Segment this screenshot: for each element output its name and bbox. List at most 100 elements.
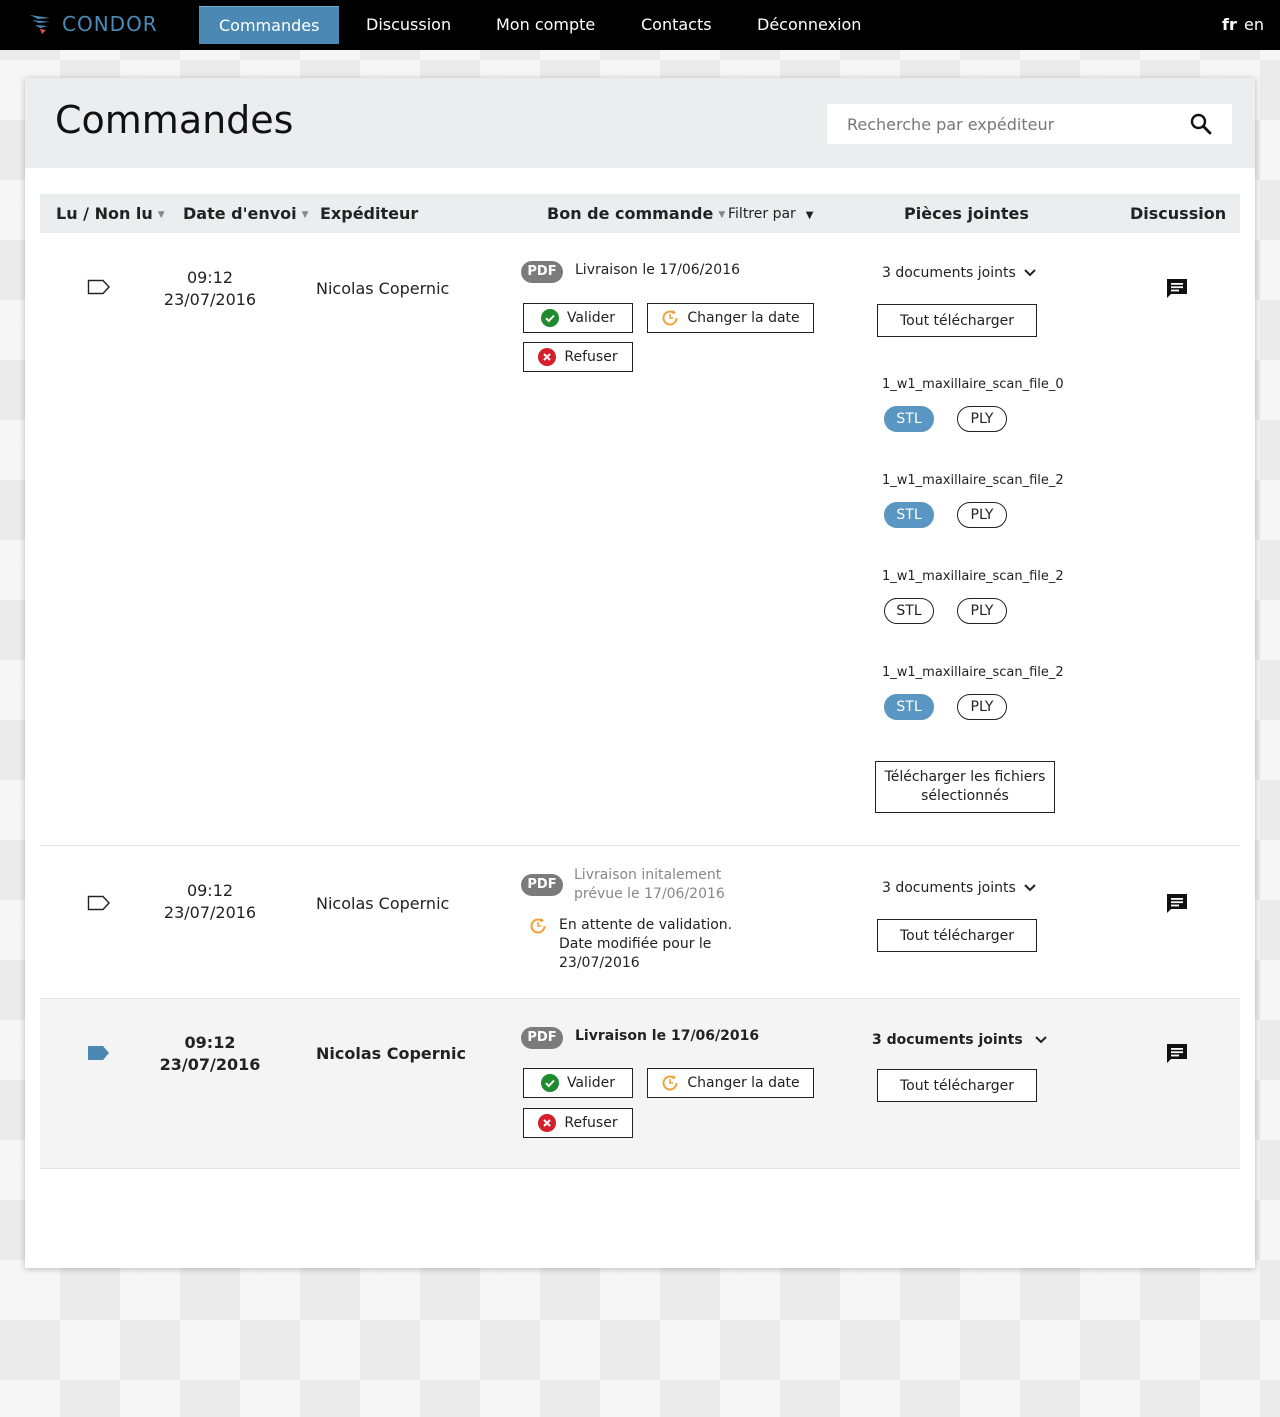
- nav-discussion[interactable]: Discussion: [346, 6, 471, 44]
- read-tag-icon[interactable]: [87, 895, 111, 915]
- download-selected-label: Télécharger les fichiers: [884, 769, 1046, 785]
- header-order[interactable]: Bon de commande ▼: [547, 204, 725, 223]
- clock-refresh-icon: [661, 309, 679, 327]
- documents-count: 3 documents joints: [882, 265, 1016, 281]
- change-date-button[interactable]: Changer la date: [647, 1068, 814, 1098]
- pending-line: En attente de validation.: [559, 917, 733, 933]
- original-delivery-date: Livraison initalement prévue le 17/06/20…: [574, 866, 725, 904]
- refuse-button[interactable]: Refuser: [523, 1108, 633, 1138]
- condor-logo-icon: [30, 15, 50, 34]
- delivery-date: Livraison le 17/06/2016: [575, 262, 741, 278]
- lang-fr[interactable]: fr: [1222, 15, 1237, 34]
- unread-tag-icon[interactable]: [87, 1045, 111, 1065]
- download-all-button[interactable]: Tout télécharger: [877, 919, 1037, 952]
- download-selected-label: sélectionnés: [921, 788, 1009, 804]
- header-read[interactable]: Lu / Non lu ▼: [56, 204, 165, 223]
- sort-caret-icon: ▼: [157, 210, 165, 220]
- change-date-label: Changer la date: [687, 1075, 800, 1091]
- cross-circle-icon: [538, 1114, 557, 1132]
- header-sender: Expéditeur: [320, 204, 419, 223]
- download-all-button[interactable]: Tout télécharger: [877, 304, 1037, 337]
- app-logo[interactable]: CONDOR: [28, 12, 158, 36]
- download-all-button[interactable]: Tout télécharger: [877, 1069, 1037, 1102]
- sent-day: 23/07/2016: [163, 290, 257, 309]
- nav-commandes[interactable]: Commandes: [199, 6, 340, 44]
- sender-name: Nicolas Copernic: [316, 1044, 467, 1063]
- orders-card: Commandes Lu / Non lu ▼ Date d'envoi ▼ Exp…: [25, 78, 1255, 1268]
- format-ply-toggle[interactable]: PLY: [957, 598, 1007, 624]
- documents-toggle[interactable]: 3 documents joints: [882, 880, 1036, 896]
- format-stl-toggle[interactable]: STL: [884, 502, 934, 528]
- pdf-badge[interactable]: PDF: [521, 1027, 563, 1049]
- header-date-label: Date d'envoi: [183, 204, 297, 223]
- card-header: Commandes: [25, 78, 1255, 168]
- clock-refresh-icon: [661, 1074, 679, 1092]
- format-stl-toggle[interactable]: STL: [884, 598, 934, 624]
- sent-day: 23/07/2016: [159, 1055, 261, 1074]
- sent-date: 09:12 23/07/2016: [150, 267, 270, 311]
- check-circle-icon: [540, 309, 559, 327]
- header-attachments: Pièces jointes: [904, 204, 1029, 223]
- nav-contacts[interactable]: Contacts: [621, 6, 732, 44]
- check-circle-icon: [540, 1074, 559, 1092]
- filter-label: Filtrer par: [728, 206, 796, 222]
- documents-count: 3 documents joints: [882, 880, 1016, 896]
- sort-caret-icon: ▼: [301, 210, 309, 220]
- format-ply-toggle[interactable]: PLY: [957, 502, 1007, 528]
- chevron-down-icon: [1024, 884, 1036, 892]
- format-stl-toggle[interactable]: STL: [884, 406, 934, 432]
- refuse-button[interactable]: Refuser: [523, 342, 633, 372]
- refuse-label: Refuser: [564, 1115, 618, 1131]
- format-ply-toggle[interactable]: PLY: [957, 694, 1007, 720]
- sent-day: 23/07/2016: [163, 903, 257, 922]
- pdf-badge[interactable]: PDF: [521, 874, 563, 896]
- chevron-down-icon: [1034, 1036, 1047, 1044]
- original-delivery-line: Livraison initalement: [574, 867, 722, 883]
- search-icon[interactable]: [1190, 113, 1212, 139]
- validate-button[interactable]: Valider: [523, 1068, 633, 1098]
- cross-circle-icon: [538, 348, 557, 366]
- search-box: [827, 104, 1232, 144]
- chat-icon[interactable]: [1165, 892, 1189, 920]
- download-selected-button[interactable]: Télécharger les fichiers sélectionnés: [875, 761, 1055, 813]
- sent-date: 09:12 23/07/2016: [150, 880, 270, 924]
- lang-en[interactable]: en: [1244, 15, 1264, 34]
- search-input[interactable]: [827, 105, 1167, 143]
- chat-icon[interactable]: [1165, 277, 1189, 305]
- format-stl-toggle[interactable]: STL: [884, 694, 934, 720]
- table-header: Lu / Non lu ▼ Date d'envoi ▼ Expéditeur Bo…: [40, 194, 1240, 233]
- original-delivery-line: prévue le 17/06/2016: [574, 886, 725, 902]
- documents-toggle[interactable]: 3 documents joints: [882, 265, 1036, 281]
- sender-name: Nicolas Copernic: [316, 279, 450, 298]
- validate-label: Valider: [566, 1075, 616, 1091]
- validate-label: Valider: [566, 310, 616, 326]
- nav-mon-compte[interactable]: Mon compte: [476, 6, 615, 44]
- read-tag-icon[interactable]: [87, 279, 111, 299]
- format-ply-toggle[interactable]: PLY: [957, 406, 1007, 432]
- table-row: 09:12 23/07/2016 Nicolas Copernic PDF Li…: [40, 233, 1240, 846]
- validate-button[interactable]: Valider: [523, 303, 633, 333]
- change-date-label: Changer la date: [687, 310, 800, 326]
- nav-deconnexion[interactable]: Déconnexion: [737, 6, 881, 44]
- sent-date: 09:12 23/07/2016: [150, 1032, 270, 1076]
- clock-refresh-icon: [529, 917, 547, 939]
- header-date[interactable]: Date d'envoi ▼: [183, 204, 309, 223]
- app-logo-text: CONDOR: [62, 12, 158, 36]
- filter-dropdown[interactable]: Filtrer par ▼: [728, 206, 814, 222]
- header-discussion: Discussion: [1130, 204, 1227, 223]
- table-row: 09:12 23/07/2016 Nicolas Copernic PDF Li…: [40, 999, 1240, 1169]
- sent-time: 09:12: [184, 1033, 236, 1052]
- header-read-label: Lu / Non lu: [56, 204, 153, 223]
- file-name: 1_w1_maxillaire_scan_file_2: [882, 569, 1064, 584]
- change-date-button[interactable]: Changer la date: [647, 303, 814, 333]
- sort-caret-icon: ▼: [718, 210, 726, 220]
- sent-time: 09:12: [186, 268, 234, 287]
- documents-count: 3 documents joints: [872, 1032, 1023, 1048]
- delivery-date: Livraison le 17/06/2016: [575, 1028, 760, 1044]
- chat-icon[interactable]: [1165, 1042, 1189, 1070]
- pdf-badge[interactable]: PDF: [521, 261, 563, 283]
- documents-toggle[interactable]: 3 documents joints: [872, 1032, 1047, 1048]
- refuse-label: Refuser: [564, 349, 618, 365]
- file-name: 1_w1_maxillaire_scan_file_2: [882, 665, 1064, 680]
- header-order-label: Bon de commande: [547, 204, 714, 223]
